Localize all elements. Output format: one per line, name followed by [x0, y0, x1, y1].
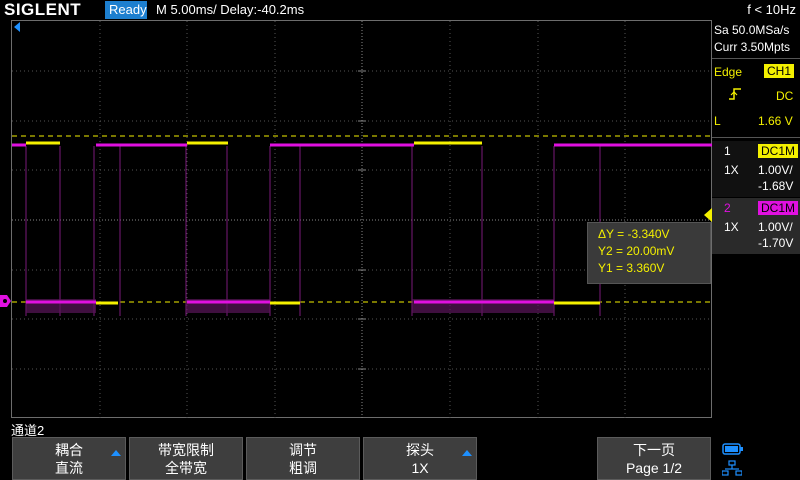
- adjust-arrow-icon: [462, 450, 472, 456]
- trigger-type-label: Edge: [714, 65, 743, 79]
- adjust-softkey[interactable]: 调节 粗调: [246, 437, 360, 480]
- channel-1-scale: 1.00V/: [758, 163, 793, 177]
- battery-icon: [722, 443, 743, 455]
- trigger-source-badge: CH1: [764, 64, 795, 78]
- center-axes: [12, 21, 713, 419]
- ch1-trace: [26, 141, 600, 305]
- status-icons: [716, 440, 800, 480]
- channel-2-probe: 1X: [724, 220, 739, 234]
- channel-2-info[interactable]: 2 DC1M 1X 1.00V/ -1.70V: [712, 198, 800, 254]
- channel-1-probe: 1X: [724, 163, 739, 177]
- top-status-bar: SIGLENT Ready M 5.00ms/ Delay:-40.2ms f …: [0, 0, 800, 20]
- channel-1-info[interactable]: 1 DC1M 1X 1.00V/ -1.68V: [712, 141, 800, 197]
- timebase-readout[interactable]: M 5.00ms/ Delay:-40.2ms: [156, 0, 304, 20]
- channel-2-number: 2: [724, 201, 731, 215]
- adjust-value: 粗调: [289, 460, 317, 476]
- ch2-transition-lines: [25, 146, 601, 316]
- bandwidth-limit-softkey[interactable]: 带宽限制 全带宽: [129, 437, 243, 480]
- probe-value: 1X: [411, 460, 429, 476]
- next-page-label: 下一页: [633, 442, 675, 458]
- waveform-display[interactable]: [11, 20, 713, 419]
- sample-rate-readout: Sa 50.0MSa/s: [714, 23, 790, 37]
- network-icon: [722, 460, 742, 476]
- channel-1-number: 1: [724, 144, 731, 158]
- cursor-y1-readout: Y1 = 3.360V: [598, 261, 665, 275]
- adjust-arrow-icon: [111, 450, 121, 456]
- page-indicator: Page 1/2: [625, 460, 683, 476]
- trigger-position-marker[interactable]: [14, 22, 20, 32]
- coupling-softkey[interactable]: 耦合 直流: [12, 437, 126, 480]
- coupling-label: 耦合: [55, 442, 83, 458]
- channel-1-offset: -1.68V: [758, 179, 794, 193]
- frequency-counter: f < 10Hz: [747, 2, 796, 17]
- trigger-level-marker[interactable]: [703, 208, 713, 222]
- channel-2-coupling: DC1M: [758, 201, 799, 215]
- brand-logo: SIGLENT: [4, 0, 82, 19]
- cursor-measurement-box: ΔY = -3.340V Y2 = 20.00mV Y1 = 3.360V: [587, 222, 711, 284]
- waveform-svg: [12, 21, 713, 419]
- cursor-y2-readout: Y2 = 20.00mV: [598, 244, 675, 258]
- bandwidth-limit-label: 带宽限制: [158, 442, 214, 458]
- acquisition-status-badge: Ready: [105, 1, 147, 19]
- adjust-label: 调节: [289, 442, 317, 458]
- ch2-ground-marker[interactable]: [0, 292, 12, 312]
- channel-2-scale: 1.00V/: [758, 220, 793, 234]
- probe-softkey[interactable]: 探头 1X: [363, 437, 477, 480]
- rising-edge-icon: [729, 88, 741, 100]
- memory-depth-readout: Curr 3.50Mpts: [714, 40, 791, 54]
- trigger-level-label: L: [714, 114, 721, 128]
- channel-2-offset: -1.70V: [758, 236, 794, 250]
- bandwidth-limit-value: 全带宽: [165, 460, 207, 476]
- cursor-delta-readout: ΔY = -3.340V: [598, 227, 670, 241]
- trigger-coupling: DC: [776, 89, 794, 103]
- info-panel: Sa 50.0MSa/s Curr 3.50Mpts Edge CH1 DC L…: [704, 20, 800, 418]
- trigger-level-value: 1.66 V: [758, 114, 793, 128]
- probe-label: 探头: [406, 442, 434, 458]
- next-page-softkey[interactable]: 下一页 Page 1/2: [597, 437, 711, 480]
- coupling-value: 直流: [55, 460, 83, 476]
- channel-1-coupling: DC1M: [758, 144, 799, 158]
